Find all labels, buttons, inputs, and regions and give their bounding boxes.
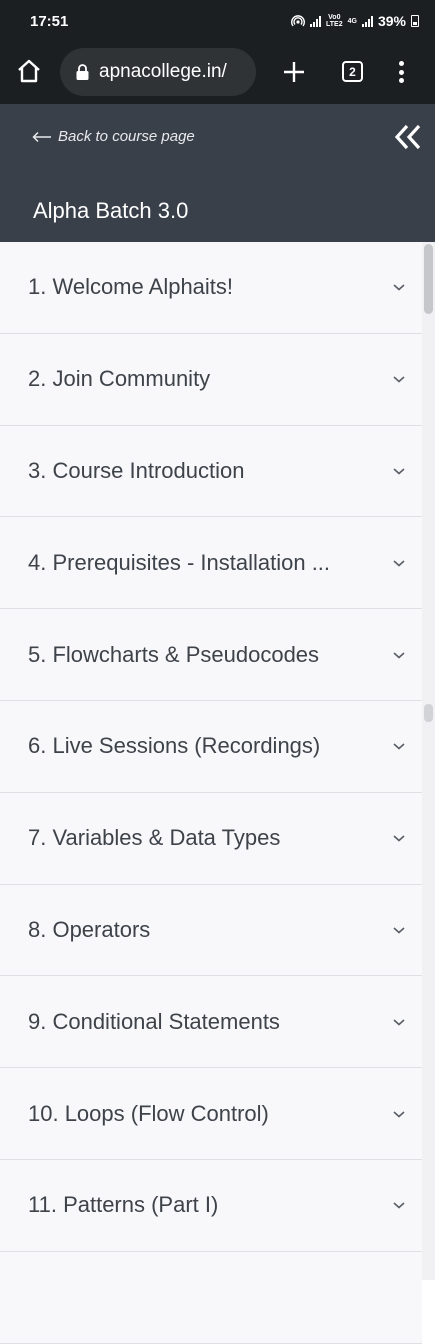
tab-count: 2 xyxy=(349,64,356,79)
volte-badge: Vo0 LTE2 xyxy=(326,14,343,28)
chevron-down-icon xyxy=(393,1110,405,1118)
chevron-down-icon xyxy=(393,560,405,567)
signal-icon xyxy=(310,15,322,27)
chevron-down-icon xyxy=(393,1019,405,1026)
section-item[interactable]: 2. Join Community xyxy=(0,333,422,426)
address-bar[interactable]: apnacollege.in/ xyxy=(60,48,256,96)
section-item[interactable]: 7. Variables & Data Types xyxy=(0,792,422,885)
scrollbar-thumb[interactable] xyxy=(424,244,433,314)
section-label: 3. Course Introduction xyxy=(28,457,245,483)
lock-icon xyxy=(76,64,89,80)
course-title: Alpha Batch 3.0 xyxy=(33,198,189,223)
section-item[interactable]: 9. Conditional Statements xyxy=(0,976,422,1069)
chevron-down-icon xyxy=(393,743,405,750)
browser-toolbar: apnacollege.in/ 2 xyxy=(0,42,435,104)
back-link-label: Back to course page xyxy=(58,128,195,145)
section-label: 6. Live Sessions (Recordings) xyxy=(28,733,321,759)
scroll-marker xyxy=(424,704,433,722)
section-item[interactable]: 3. Course Introduction xyxy=(0,425,422,518)
battery-icon xyxy=(411,15,419,27)
section-item[interactable]: 4. Prerequisites - Installation ... xyxy=(0,517,422,610)
scrollbar-track[interactable] xyxy=(422,242,435,1280)
tab-switcher-button[interactable]: 2 xyxy=(342,61,363,82)
chevron-down-icon xyxy=(393,468,405,475)
chevron-down-icon xyxy=(393,284,405,291)
section-item[interactable]: 10. Loops (Flow Control) xyxy=(0,1068,422,1160)
url-text: apnacollege.in/ xyxy=(99,61,227,82)
section-list: 1. Welcome Alphaits! 2. Join Community 3… xyxy=(0,242,422,1344)
section-label: 10. Loops (Flow Control) xyxy=(28,1100,269,1126)
status-time: 17:51 xyxy=(30,12,69,30)
chevron-down-icon xyxy=(393,1202,405,1209)
collapse-sidebar-icon[interactable] xyxy=(393,122,423,152)
hotspot-icon xyxy=(291,15,306,27)
section-label: 5. Flowcharts & Pseudocodes xyxy=(28,641,320,667)
new-tab-icon[interactable] xyxy=(282,60,306,84)
chevron-down-icon xyxy=(393,835,405,842)
home-icon[interactable] xyxy=(16,58,42,84)
status-icons: Vo0 LTE2 4G 39% xyxy=(291,13,419,29)
chevron-down-icon xyxy=(393,927,405,934)
section-label: 11. Patterns (Part I) xyxy=(28,1192,219,1218)
arrow-left-icon xyxy=(32,131,51,142)
section-label: 8. Operators xyxy=(28,916,151,942)
section-label: 2. Join Community xyxy=(28,366,211,392)
back-to-course-link[interactable]: Back to course page xyxy=(32,128,195,145)
status-bar: 17:51 Vo0 LTE2 4G 39% xyxy=(0,0,435,42)
battery-level: 39% xyxy=(377,13,406,29)
section-label: 1. Welcome Alphaits! xyxy=(28,274,234,300)
course-header: Back to course page Alpha Batch 3.0 xyxy=(0,104,435,242)
section-item[interactable] xyxy=(0,1251,422,1344)
chevron-down-icon xyxy=(393,651,405,659)
network-type-badge: 4G xyxy=(347,17,357,25)
section-item[interactable]: 5. Flowcharts & Pseudocodes xyxy=(0,609,422,701)
more-menu-icon[interactable] xyxy=(392,59,410,85)
section-item[interactable]: 6. Live Sessions (Recordings) xyxy=(0,700,422,793)
chevron-down-icon xyxy=(393,376,405,383)
section-label: 4. Prerequisites - Installation ... xyxy=(28,549,331,575)
section-label: 9. Conditional Statements xyxy=(28,1008,280,1034)
section-label: 7. Variables & Data Types xyxy=(28,825,281,851)
section-item[interactable]: 1. Welcome Alphaits! xyxy=(0,242,422,334)
signal-icon-2 xyxy=(361,15,373,27)
section-item[interactable]: 11. Patterns (Part I) xyxy=(0,1159,422,1252)
section-item[interactable]: 8. Operators xyxy=(0,884,422,977)
